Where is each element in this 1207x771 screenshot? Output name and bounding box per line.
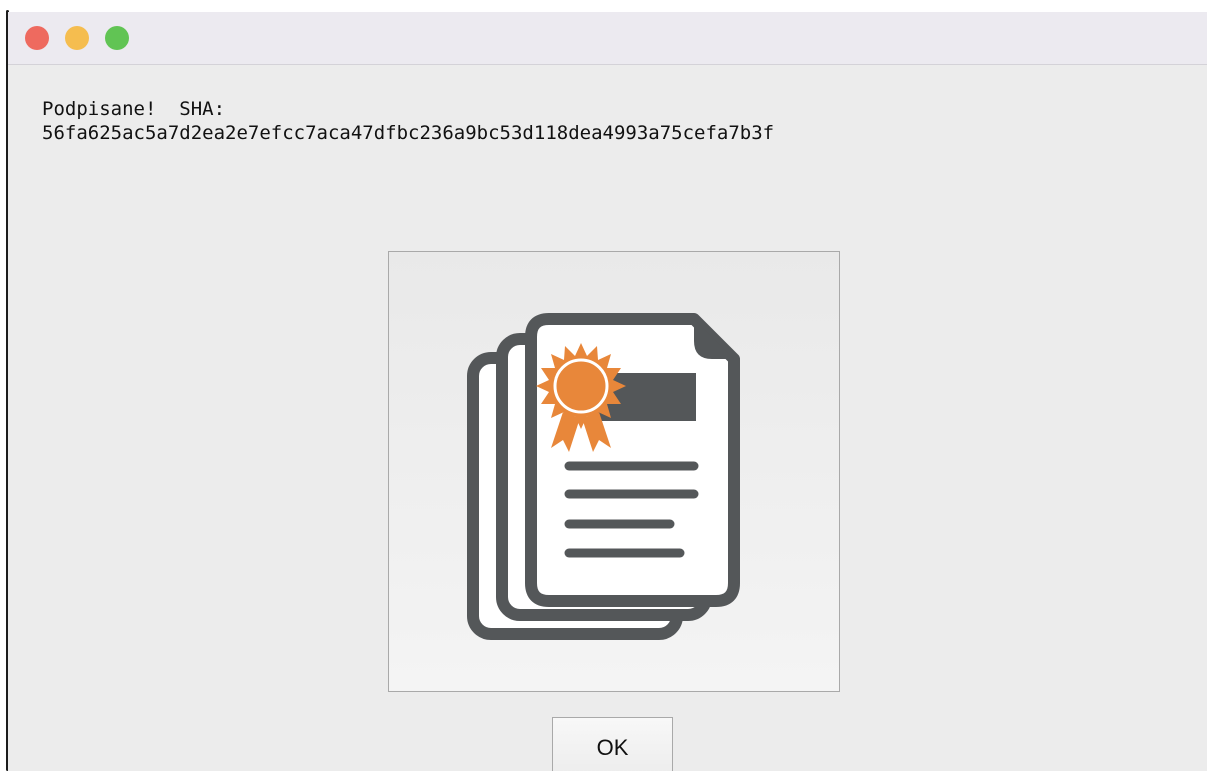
minimize-button[interactable] <box>65 26 89 50</box>
title-bar[interactable] <box>8 12 1207 65</box>
close-button[interactable] <box>25 26 49 50</box>
seal-circle <box>553 358 609 414</box>
sha-hash: 56fa625ac5a7d2ea2e7efcc7aca47dfbc236a9bc… <box>42 122 775 144</box>
folded-corner <box>694 319 734 359</box>
message-text: Podpisane! SHA: 56fa625ac5a7d2ea2e7efcc7… <box>42 97 774 145</box>
image-panel <box>388 251 840 692</box>
message-line-1: Podpisane! SHA: <box>42 98 226 120</box>
zoom-button[interactable] <box>105 26 129 50</box>
ok-button[interactable]: OK <box>552 717 673 771</box>
dialog-window: Podpisane! SHA: 56fa625ac5a7d2ea2e7efcc7… <box>8 12 1207 771</box>
certificate-documents-icon <box>467 313 740 640</box>
